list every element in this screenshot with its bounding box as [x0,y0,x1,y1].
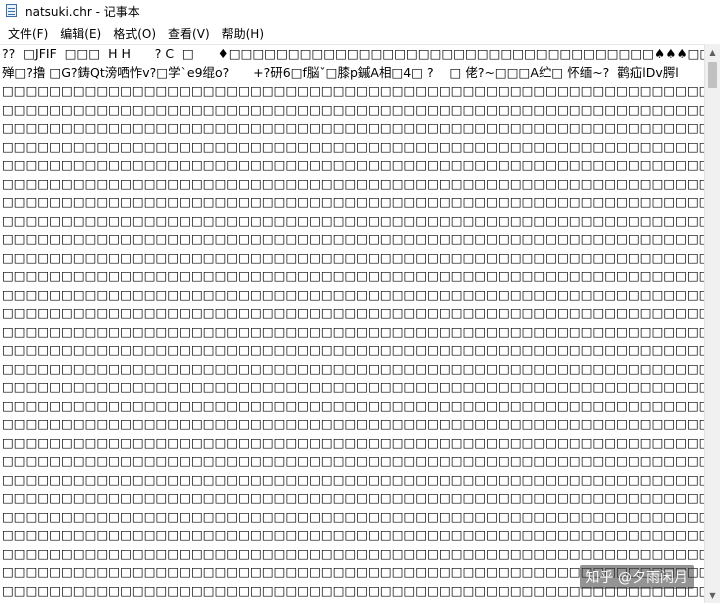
text-line: □□□□□□□□□□□□□□□□□□□□□□□□□□□□□□□□□□□□□□□□… [2,397,704,413]
text-line: □□□□□□□□□□□□□□□□□□□□□□□□□□□□□□□□□□□□□□□□… [2,138,704,154]
text-line: □□□□□□□□□□□□□□□□□□□□□□□□□□□□□□□□□□□□□□□□… [2,83,704,98]
text-line: □□□□□□□□□□□□□□□□□□□□□□□□□□□□□□□□□□□□□□□□… [2,212,704,228]
text-line: □□□□□□□□□□□□□□□□□□□□□□□□□□□□□□□□□□□□□□□□… [2,453,704,468]
text-line: □□□□□□□□□□□□□□□□□□□□□□□□□□□□□□□□□□□□□□□□… [2,323,704,339]
text-line: 殚□?撸 □G?鋳Qt滂哂怍v?□学`e9绲o? +?研6□f脳ˇ□膝p鏚A相□… [2,64,679,80]
text-line: □□□□□□□□□□□□□□□□□□□□□□□□□□□□□□□□□□□□□□□□… [2,249,704,265]
vertical-scrollbar[interactable]: ▲ ▼ [704,44,720,603]
text-line: □□□□□□□□□□□□□□□□□□□□□□□□□□□□□□□□□□□□□□□□… [2,175,704,191]
scroll-thumb[interactable] [708,62,717,88]
notepad-icon [4,3,20,19]
notepad-window: natsuki.chr - 记事本 文件(F) 编辑(E) 格式(O) 查看(V… [0,0,720,604]
menu-bar: 文件(F) 编辑(E) 格式(O) 查看(V) 帮助(H) [0,22,720,44]
title-bar: natsuki.chr - 记事本 [0,0,720,22]
scroll-down-arrow-icon[interactable]: ▼ [705,587,720,603]
window-title: natsuki.chr - 记事本 [25,4,140,19]
watermark: 知乎 @夕雨闲月 [579,565,694,589]
menu-file[interactable]: 文件(F) [3,23,53,44]
text-line: □□□□□□□□□□□□□□□□□□□□□□□□□□□□□□□□□□□□□□□□… [2,305,704,320]
text-line: □□□□□□□□□□□□□□□□□□□□□□□□□□□□□□□□□□□□□□□□… [2,508,704,524]
menu-edit[interactable]: 编辑(E) [55,23,106,44]
text-line: □□□□□□□□□□□□□□□□□□□□□□□□□□□□□□□□□□□□□□□□… [2,471,704,487]
text-line: □□□□□□□□□□□□□□□□□□□□□□□□□□□□□□□□□□□□□□□□… [2,286,704,302]
scroll-up-arrow-icon[interactable]: ▲ [705,44,720,60]
text-line: □□□□□□□□□□□□□□□□□□□□□□□□□□□□□□□□□□□□□□□□… [2,231,704,246]
text-line: □□□□□□□□□□□□□□□□□□□□□□□□□□□□□□□□□□□□□□□□… [2,434,704,450]
text-editor-area[interactable]: ?? □JFIF □□□ H H ? C □ ♦□□□□□□□□□□□□□□□□… [0,44,704,604]
text-line: □□□□□□□□□□□□□□□□□□□□□□□□□□□□□□□□□□□□□□□□… [2,342,704,357]
text-line: □□□□□□□□□□□□□□□□□□□□□□□□□□□□□□□□□□□□□□□□… [2,101,704,117]
text-line: □□□□□□□□□□□□□□□□□□□□□□□□□□□□□□□□□□□□□□□□… [2,360,704,376]
text-line: □□□□□□□□□□□□□□□□□□□□□□□□□□□□□□□□□□□□□□□□… [2,545,704,561]
text-line: □□□□□□□□□□□□□□□□□□□□□□□□□□□□□□□□□□□□□□□□… [2,268,704,283]
text-line: □□□□□□□□□□□□□□□□□□□□□□□□□□□□□□□□□□□□□□□□… [2,120,704,135]
menu-format[interactable]: 格式(O) [108,23,161,44]
text-line: □□□□□□□□□□□□□□□□□□□□□□□□□□□□□□□□□□□□□□□□… [2,379,704,394]
text-line: □□□□□□□□□□□□□□□□□□□□□□□□□□□□□□□□□□□□□□□□… [2,157,704,172]
text-line: ?? □JFIF □□□ H H ? C □ ♦□□□□□□□□□□□□□□□□… [2,46,704,61]
text-line: □□□□□□□□□□□□□□□□□□□□□□□□□□□□□□□□□□□□□□□□… [2,194,704,209]
menu-help[interactable]: 帮助(H) [217,23,269,44]
text-line: □□□□□□□□□□□□□□□□□□□□□□□□□□□□□□□□□□□□□□□□… [2,490,704,505]
text-line: □□□□□□□□□□□□□□□□□□□□□□□□□□□□□□□□□□□□□□□□… [2,527,704,542]
text-line: □□□□□□□□□□□□□□□□□□□□□□□□□□□□□□□□□□□□□□□□… [2,416,704,431]
menu-view[interactable]: 查看(V) [163,23,215,44]
